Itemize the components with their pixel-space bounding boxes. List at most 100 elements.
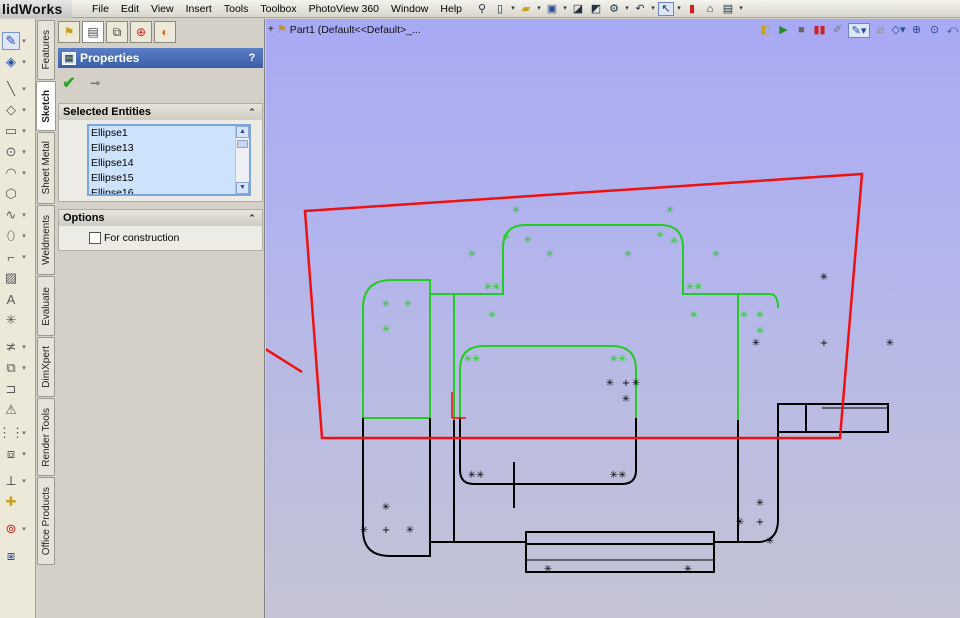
collapse-icon[interactable]: ⌃ [246,212,258,224]
select-arrow-icon[interactable]: ↖ [658,1,674,16]
scroll-down-icon[interactable]: ▼ [236,182,249,194]
options-dropdown-icon[interactable]: ▾ [624,2,630,16]
tab-evaluate[interactable]: Evaluate [37,276,55,336]
chevron-down-icon[interactable]: ▾ [20,232,28,240]
selected-entities-list[interactable]: Ellipse1 Ellipse13 Ellipse14 Ellipse15 E… [87,124,251,196]
feature-manager-tab[interactable]: ⚑ [58,21,80,43]
new-dropdown-icon[interactable]: ▾ [510,2,516,16]
play-icon[interactable]: ▶ [776,23,791,38]
tab-render-tools[interactable]: Render Tools [37,398,55,476]
configuration-manager-tab[interactable]: ⧉ [106,21,128,43]
stop-icon[interactable]: ■ [794,23,809,38]
menu-insert[interactable]: Insert [180,0,218,18]
zoom-to-fit-icon[interactable]: ⊕ [909,23,924,38]
open-folder-icon[interactable]: ▰ [518,2,534,16]
chevron-down-icon[interactable]: ▾ [20,211,28,219]
tab-office-products[interactable]: Office Products [37,477,55,565]
open-dropdown-icon[interactable]: ▾ [536,2,542,16]
tool-circle[interactable]: ⊙ ▾ [2,142,32,162]
tool-ellipse[interactable]: ⬯ ▾ [2,226,32,246]
undo-dropdown-icon[interactable]: ▾ [650,2,656,16]
selected-entities-header[interactable]: Selected Entities ⌃ [59,104,262,120]
chevron-down-icon[interactable]: ▾ [20,127,28,135]
expand-icon[interactable]: + [268,24,274,35]
pushpin-icon[interactable]: ⚲ [474,2,490,16]
chevron-down-icon[interactable]: ▾ [20,85,28,93]
undo-icon[interactable]: ↶ [632,2,648,16]
options-icon[interactable]: ⚙ [606,2,622,16]
property-manager-tab[interactable]: ▤ [82,21,104,43]
tool-offset[interactable]: ⧉ ▾ [2,358,32,378]
graphics-area[interactable]: ✳ ✳ ✳ ✳ ✳ ✳ ✳ ✳ ✳ ✳ ✳✳ ✳✳ ✳ ✳ ✳ ✳ ✳ ✳ ✳ ✳ ✳✳ ✳✳ [266,19,960,618]
tool-polygon[interactable]: ⬡ [2,184,32,204]
tool-spline[interactable]: ∿ ▾ [2,205,32,225]
menu-toolbox[interactable]: Toolbox [254,0,302,18]
chevron-down-icon[interactable]: ▾ [20,37,28,45]
view-orientation-icon[interactable]: ◇▾ [891,23,906,38]
tool-mirror[interactable]: ⚠ [2,400,32,420]
menu-window[interactable]: Window [385,0,434,18]
select-dropdown-icon[interactable]: ▾ [676,2,682,16]
help-button[interactable]: ? [245,51,259,65]
pencil-icon[interactable]: ✐ [830,23,845,38]
section-view-icon[interactable]: ⧄ [873,23,888,38]
sketch-geometry[interactable] [362,403,889,573]
menu-edit[interactable]: Edit [115,0,145,18]
rebuild-icon[interactable]: ◩ [588,2,604,16]
previous-view-icon[interactable]: ⤺ [945,23,960,38]
tool-text[interactable]: A [2,289,32,309]
tool-repair[interactable]: ✚ [2,492,32,512]
chevron-down-icon[interactable]: ▾ [20,429,28,437]
chevron-down-icon[interactable]: ▾ [20,450,28,458]
options-header[interactable]: Options ⌃ [59,210,262,226]
chevron-down-icon[interactable]: ▾ [20,58,28,66]
sketch-canvas[interactable]: ✳ ✳ ✳ ✳ ✳ ✳ ✳ ✳ ✳✳ ✳✳ ✳✳ ✳ ✳ ✳✳ ✳ ✳ ✳✳ ✳✳ ✳✳ [266,19,960,618]
pushpin-icon[interactable]: ⊸ [86,76,104,90]
record-icon[interactable]: ◧ [758,23,773,38]
menu-tools[interactable]: Tools [218,0,255,18]
tool-linear-pattern[interactable]: ⋮⋮ ▾ [0,423,32,443]
chevron-down-icon[interactable]: ▾ [20,106,28,114]
scroll-up-icon[interactable]: ▲ [236,126,249,138]
tab-weldments[interactable]: Weldments [37,205,55,275]
for-construction-option[interactable]: For construction [89,232,179,244]
tool-line[interactable]: ╲ ▾ [2,79,32,99]
tool-sketch[interactable]: ✎ ▾ [2,31,32,51]
tool-quick-snaps[interactable]: ⊚ ▾ [2,519,32,539]
dimxpert-manager-tab[interactable]: ⊕ [130,21,152,43]
for-construction-checkbox[interactable] [89,232,101,244]
tool-rectangle[interactable]: ◇ ▾ [2,100,32,120]
tool-fillet[interactable]: ⌐ ▾ [2,247,32,267]
tool-point[interactable]: ✳ [2,310,32,330]
list-item[interactable]: Ellipse13 [89,141,249,156]
menu-view[interactable]: View [145,0,180,18]
tool-rapid-sketch[interactable]: ⧆ [2,546,32,566]
scroll-thumb[interactable] [237,140,248,148]
chevron-down-icon[interactable]: ▾ [20,253,28,261]
tool-move[interactable]: ⧈ ▾ [2,444,32,464]
save-icon[interactable]: ▣ [544,2,560,16]
customize-dropdown-icon[interactable]: ▾ [738,2,744,16]
new-document-icon[interactable]: ▯ [492,2,508,16]
list-item[interactable]: Ellipse14 [89,156,249,171]
menu-photoview[interactable]: PhotoView 360 [303,0,385,18]
customize-icon[interactable]: ▤ [720,2,736,16]
tool-smart-dimension[interactable]: ◈ ▾ [2,52,32,72]
print-icon[interactable]: ◪ [570,2,586,16]
tool-convert-entities[interactable]: ⊐ [2,379,32,399]
tab-sheet-metal[interactable]: Sheet Metal [37,132,55,204]
list-scrollbar[interactable]: ▲ ▼ [235,126,249,194]
tool-relations[interactable]: ⊥ ▾ [2,471,32,491]
chevron-down-icon[interactable]: ▾ [20,364,28,372]
tab-features[interactable]: Features [37,20,55,80]
chevron-down-icon[interactable]: ▾ [20,477,28,485]
list-item[interactable]: Ellipse16 [89,186,249,194]
tab-sketch[interactable]: Sketch [36,81,56,131]
tool-slot[interactable]: ▭ ▾ [2,121,32,141]
menu-help[interactable]: Help [434,0,468,18]
tool-trim[interactable]: ≭ ▾ [2,337,32,357]
chevron-down-icon[interactable]: ▾ [20,169,28,177]
ok-check-icon[interactable]: ✔ [60,73,78,93]
tool-arc[interactable]: ◠ ▾ [2,163,32,183]
traffic-light-icon[interactable]: ▮ [684,2,700,16]
